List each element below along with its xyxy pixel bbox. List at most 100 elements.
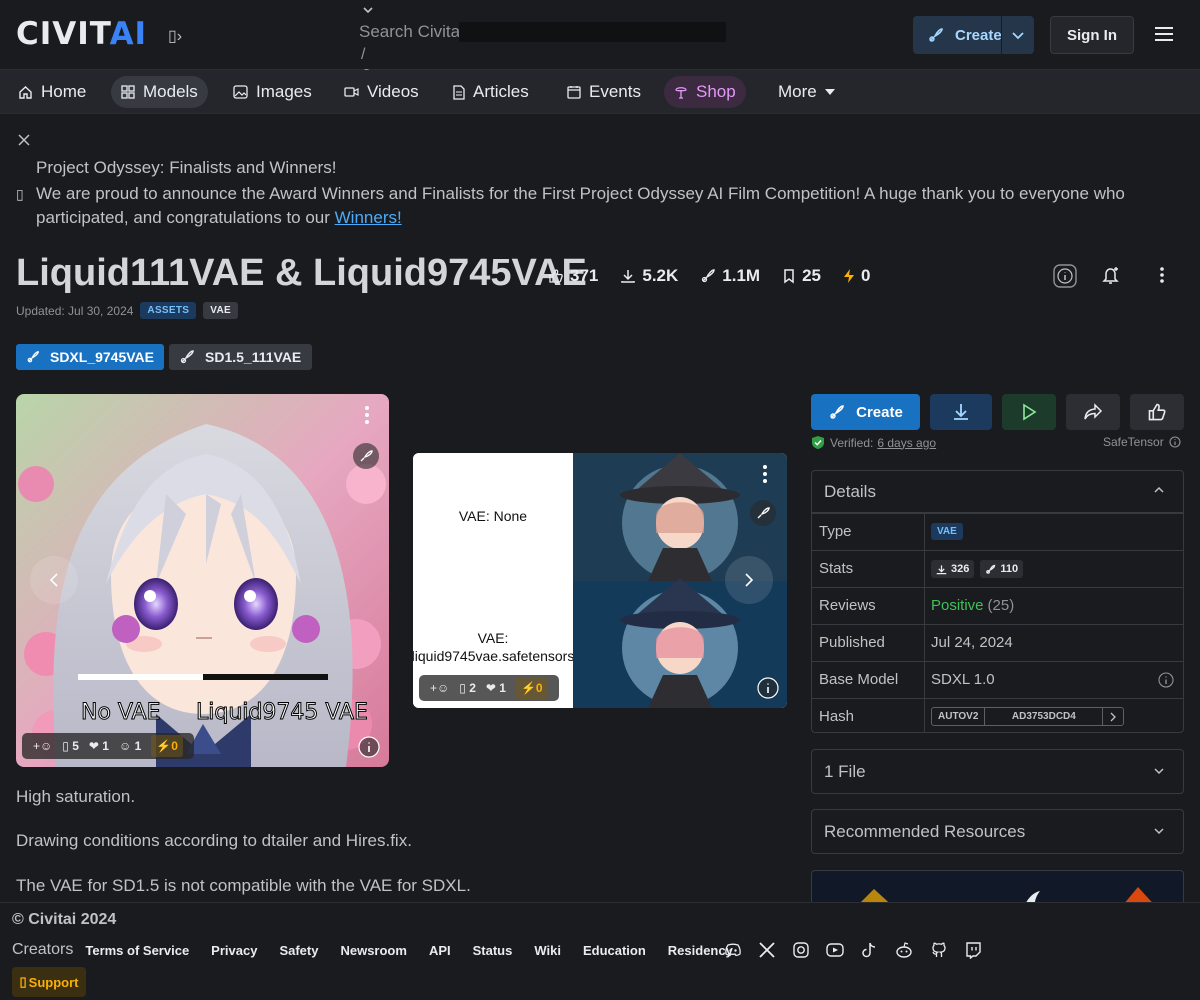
gallery-image-1[interactable]: No VAE Liquid9745 VAE +☺ ▯ 5 ❤ 1 ☺ 1 ⚡0 [16,394,389,767]
search-input-field[interactable] [459,22,726,42]
support-label: Support [28,974,79,990]
footer-link-terms[interactable]: Terms of Service [85,943,189,958]
chevron-down-icon[interactable] [1153,766,1165,776]
nav-more[interactable]: More [768,76,845,108]
comparison-label-bottom-1: VAE: [478,630,509,646]
winners-link[interactable]: Winners! [335,208,402,227]
tip-buzz[interactable]: ⚡0 [515,677,548,699]
type-badge[interactable]: VAE [203,302,238,319]
chevron-right-icon[interactable] [1103,712,1123,722]
nav-events[interactable]: Events [557,76,651,108]
image-reactions[interactable]: +☺ ▯ 5 ❤ 1 ☺ 1 ⚡0 [22,733,194,759]
footer-link-newsroom[interactable]: Newsroom [340,943,406,958]
gallery-prev-button[interactable] [30,556,78,604]
youtube-icon[interactable] [826,941,844,959]
image-more-icon[interactable] [758,463,772,485]
remix-icon[interactable] [352,442,380,470]
image-more-icon[interactable] [360,404,374,426]
nav-home[interactable]: Home [8,76,96,108]
nav-articles[interactable]: Articles [443,76,539,108]
close-icon[interactable] [18,134,30,146]
recommended-resources-accordion[interactable]: Recommended Resources [811,809,1184,854]
discord-icon[interactable] [724,941,742,959]
row-divider [924,588,925,624]
footer-link-api[interactable]: API [429,943,451,958]
chevron-down-icon[interactable] [1153,826,1165,836]
type-badge: VAE [931,523,963,540]
nav-models[interactable]: Models [111,76,208,108]
info-icon[interactable] [358,736,380,758]
twitch-icon[interactable] [964,941,982,959]
detail-value: VAE [931,523,963,540]
footer-link-creators[interactable]: Creators [12,941,73,959]
add-reaction-icon[interactable]: +☺ [430,681,449,695]
files-label: 1 File [824,761,866,781]
nav-shop[interactable]: Shop [664,76,746,108]
add-reaction-icon[interactable]: +☺ [33,739,52,753]
nav-shop-label: Shop [696,82,736,101]
chevron-up-icon[interactable] [1153,485,1165,495]
footer-link-education[interactable]: Education [583,943,646,958]
download-button[interactable] [930,394,992,430]
tiktok-icon[interactable] [860,941,878,959]
github-icon[interactable] [930,941,948,959]
nav-articles-label: Articles [473,82,529,101]
remix-icon[interactable] [749,499,777,527]
footer: © Civitai 2024 Creators Terms of Service… [0,902,1200,1000]
chevron-down-icon[interactable] [1011,28,1025,42]
image-reactions[interactable]: +☺ ▯ 2 ❤ 1 ⚡0 [419,675,559,701]
reddit-icon[interactable] [894,941,914,959]
tip-buzz[interactable]: ⚡0 [151,735,183,757]
instagram-icon[interactable] [792,941,810,959]
version-tab-sd15[interactable]: SD1.5_111VAE [169,344,312,370]
like-button[interactable] [1130,394,1184,430]
nav-images-label: Images [256,82,312,101]
search-input[interactable]: Search Civitai [359,22,464,42]
reviews-rating: Positive [931,597,984,614]
menu-icon[interactable] [1154,25,1174,43]
x-icon[interactable] [758,941,776,959]
nav-videos[interactable]: Videos [334,76,429,108]
version-tab-sdxl[interactable]: SDXL_9745VAE [16,344,164,370]
info-icon[interactable] [1052,263,1078,289]
more-options-icon[interactable] [1152,264,1172,286]
civitai-logo[interactable]: CIVITAI [16,19,147,50]
verified-row: Verified: 6 days ago [811,435,936,450]
footer-link-safety[interactable]: Safety [279,943,318,958]
create-button[interactable]: Create [913,16,1034,54]
footer-link-privacy[interactable]: Privacy [211,943,257,958]
info-icon[interactable] [757,677,779,699]
reviews-count: (25) [987,597,1015,614]
files-accordion[interactable]: 1 File [811,749,1184,794]
info-icon[interactable] [1169,436,1181,448]
support-button[interactable]: ▯ Support [12,967,86,997]
reviews-link[interactable]: Positive (25) [931,597,1014,614]
detail-value: AUTOV2 AD3753DCD4 [931,707,1125,726]
downloads-value: 326 [951,563,970,575]
copyright: © Civitai 2024 [12,911,117,928]
hash-box[interactable]: AUTOV2 AD3753DCD4 [931,707,1125,726]
gallery-next-button[interactable] [725,556,773,604]
info-icon[interactable] [1158,672,1174,688]
tip-buzz-value: 0 [535,681,543,695]
thumbs-up-icon [1148,403,1166,421]
side-create-button[interactable]: Create [811,394,920,430]
comment-count: ▯ 2 [459,681,476,695]
notification-bell-icon[interactable] [1100,264,1122,286]
chevron-down-icon[interactable] [361,4,375,16]
comparison-label-bottom-2: liquid9745vae.safetensors [413,648,574,664]
footer-link-wiki[interactable]: Wiki [534,943,561,958]
footer-link-status[interactable]: Status [473,943,513,958]
recommended-label: Recommended Resources [824,821,1026,841]
run-button[interactable] [1002,394,1056,430]
gallery-image-2[interactable]: VAE: None VAE: liquid9745vae.safetensors… [413,453,787,708]
sign-in-button[interactable]: Sign In [1050,16,1134,54]
buzz-count: 0 [861,266,871,285]
detail-key: Base Model [819,671,899,688]
verified-date-link[interactable]: 6 days ago [877,436,936,450]
bolt-icon [843,268,861,284]
share-button[interactable] [1066,394,1120,430]
details-header[interactable]: Details [812,471,1183,513]
nav-images[interactable]: Images [223,76,322,108]
category-badge[interactable]: ASSETS [140,302,197,319]
